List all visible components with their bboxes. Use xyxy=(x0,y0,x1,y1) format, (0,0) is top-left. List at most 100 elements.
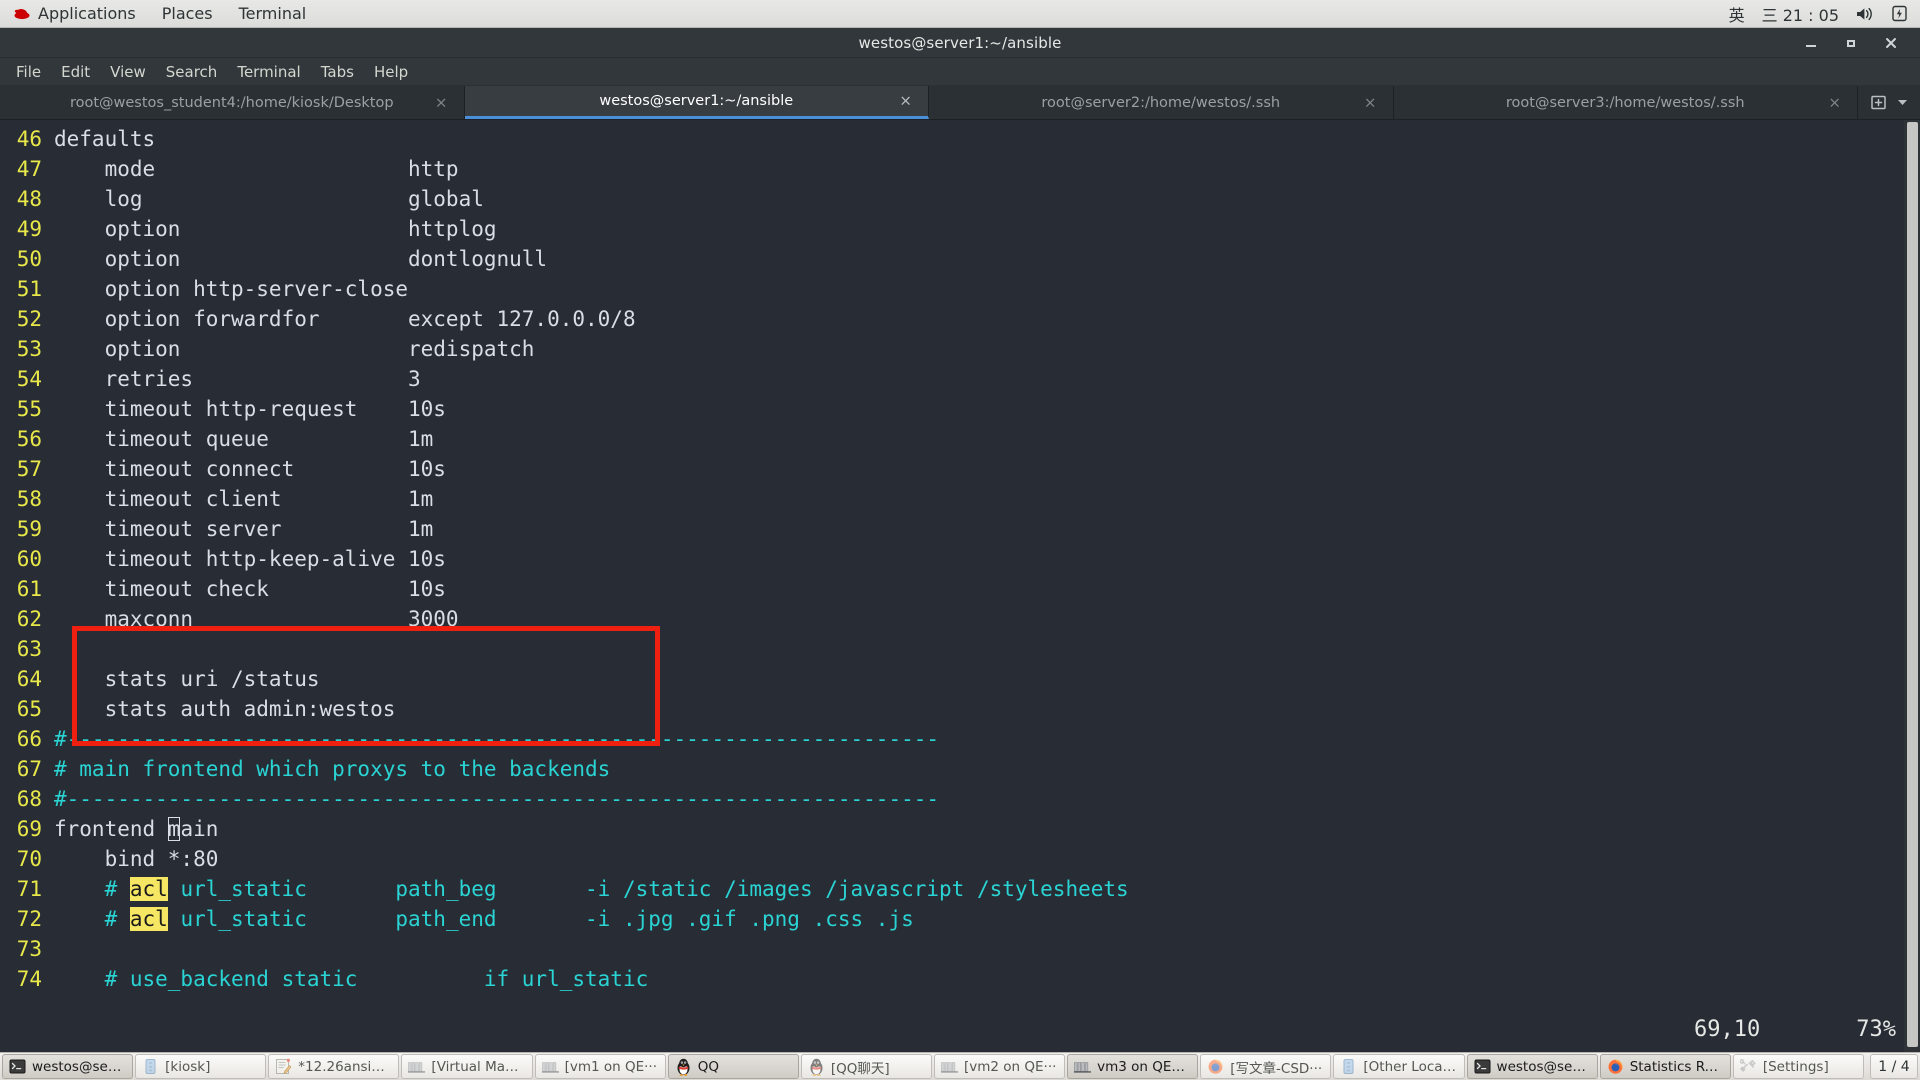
minimize-icon[interactable] xyxy=(1804,36,1818,50)
code-text: timeout http-request 10s xyxy=(54,397,446,421)
taskbar-item-label: [vm2 on QE··· xyxy=(963,1058,1057,1075)
taskbar-item[interactable]: [Settings] xyxy=(1732,1054,1864,1079)
firefox-icon xyxy=(1607,1058,1624,1075)
taskbar-item[interactable]: [Other Locat··· xyxy=(1333,1054,1465,1079)
window-list-taskbar: westos@ser··· [kiosk] *12.26ansibl··· [Virt… xyxy=(0,1052,1920,1080)
vim-cursor-position: 69,10 xyxy=(1694,1017,1761,1042)
line-number: 58 xyxy=(16,487,42,511)
menu-search[interactable]: Search xyxy=(156,60,228,84)
code-comment: # xyxy=(54,907,130,931)
code-line: 70 bind *:80 xyxy=(0,844,1129,874)
code-line: 61 timeout check 10s xyxy=(0,574,1129,604)
menu-terminal[interactable]: Terminal xyxy=(227,60,310,84)
chevron-down-icon[interactable] xyxy=(1897,98,1908,107)
taskbar-item[interactable]: QQ xyxy=(667,1054,799,1079)
clock[interactable]: 三 21 : 05 xyxy=(1762,2,1839,26)
line-number: 62 xyxy=(16,607,42,631)
code-text: log global xyxy=(54,187,484,211)
new-tab-icon[interactable] xyxy=(1870,94,1887,111)
taskbar-item-label: [Other Locat··· xyxy=(1363,1058,1458,1075)
line-number: 46 xyxy=(16,127,42,151)
line-number: 70 xyxy=(16,847,42,871)
tab-close-icon[interactable]: × xyxy=(435,95,448,110)
maximize-icon[interactable] xyxy=(1844,36,1858,50)
places-menu[interactable]: Places xyxy=(149,0,226,27)
tab-root-server2[interactable]: root@server2:/home/westos/.ssh × xyxy=(929,86,1394,119)
taskbar-item-label: [kiosk] xyxy=(165,1058,211,1075)
vim-text-buffer[interactable]: 46 defaults 47 mode http 48 log global 49 op… xyxy=(0,124,1129,994)
taskbar-item-label: vm3 on QEM··· xyxy=(1097,1058,1192,1075)
terminal-menu[interactable]: Terminal xyxy=(226,0,320,27)
close-icon[interactable] xyxy=(1884,36,1898,50)
tab-root-server3[interactable]: root@server3:/home/westos/.ssh × xyxy=(1393,86,1858,119)
code-line: 57 timeout connect 10s xyxy=(0,454,1129,484)
window-titlebar[interactable]: westos@server1:~/ansible xyxy=(0,28,1920,58)
code-line: 49 option httplog xyxy=(0,214,1129,244)
code-line: 47 mode http xyxy=(0,154,1129,184)
menu-tabs[interactable]: Tabs xyxy=(311,60,364,84)
line-number: 51 xyxy=(16,277,42,301)
line-number: 69 xyxy=(16,817,42,841)
code-line: 72 # acl url_static path_end -i .jpg .gi… xyxy=(0,904,1129,934)
line-number: 64 xyxy=(16,667,42,691)
tab-close-icon[interactable]: × xyxy=(1828,95,1841,110)
line-number: 48 xyxy=(16,187,42,211)
taskbar-item[interactable]: [QQ聊天] xyxy=(800,1054,932,1079)
tab-label: westos@server1:~/ansible xyxy=(599,93,794,109)
taskbar-item[interactable]: vm3 on QEM··· xyxy=(1067,1054,1199,1079)
terminal-menu-label: Terminal xyxy=(238,4,307,23)
code-text: option httplog xyxy=(54,217,497,241)
line-number: 63 xyxy=(16,637,42,661)
menu-view[interactable]: View xyxy=(100,60,156,84)
code-line: 50 option dontlognull xyxy=(0,244,1129,274)
code-line: 46 defaults xyxy=(0,124,1129,154)
taskbar-item-label: [Settings] xyxy=(1762,1058,1829,1075)
taskbar-item[interactable]: [vm1 on QE··· xyxy=(534,1054,666,1079)
search-highlight: acl xyxy=(129,907,168,931)
panel-tray: 英 三 21 : 05 xyxy=(1729,2,1920,26)
menu-help[interactable]: Help xyxy=(364,60,418,84)
taskbar-item[interactable]: [写文章-CSD··· xyxy=(1200,1054,1332,1079)
taskbar-item-label: [vm1 on QE··· xyxy=(564,1058,657,1075)
terminal-content-vim[interactable]: 46 defaults 47 mode http 48 log global 49 op… xyxy=(0,120,1920,1054)
taskbar-item-label: *12.26ansibl··· xyxy=(298,1058,393,1075)
tab-root-westos-student4[interactable]: root@westos_student4:/home/kiosk/Desktop… xyxy=(0,86,465,119)
applications-menu[interactable]: Applications xyxy=(0,0,149,27)
input-method-indicator[interactable]: 英 xyxy=(1729,2,1745,26)
vim-status-line: 69,10 73% xyxy=(1694,1017,1896,1042)
menu-edit[interactable]: Edit xyxy=(51,60,100,84)
taskbar-item[interactable]: [Virtual Mach··· xyxy=(401,1054,533,1079)
tab-close-icon[interactable]: × xyxy=(1364,95,1377,110)
scrollbar-thumb[interactable] xyxy=(1907,122,1918,1047)
volume-icon[interactable] xyxy=(1856,6,1875,22)
workspace-switcher[interactable]: 1 / 4 xyxy=(1869,1054,1918,1079)
taskbar-item[interactable]: [kiosk] xyxy=(135,1054,267,1079)
menu-file[interactable]: File xyxy=(6,60,51,84)
code-line: 67 # main frontend which proxys to the ba… xyxy=(0,754,1129,784)
code-text: timeout client 1m xyxy=(54,487,434,511)
code-line: 51 option http-server-close xyxy=(0,274,1129,304)
code-line: 63 xyxy=(0,634,1129,664)
taskbar-item[interactable]: [vm2 on QE··· xyxy=(933,1054,1066,1079)
code-text: stats uri /status xyxy=(54,667,320,691)
taskbar-item[interactable]: Statistics Re··· xyxy=(1599,1054,1731,1079)
taskbar-item[interactable]: westos@ser··· xyxy=(1466,1054,1598,1079)
code-line: 65 stats auth admin:westos xyxy=(0,694,1129,724)
code-text: option forwardfor except 127.0.0.0/8 xyxy=(54,307,636,331)
terminal-scrollbar[interactable] xyxy=(1904,120,1920,1054)
code-comment: #---------------------------------------… xyxy=(54,787,940,811)
tab-westos-server1-ansible[interactable]: westos@server1:~/ansible × xyxy=(464,86,929,119)
code-text: timeout http-keep-alive 10s xyxy=(54,547,446,571)
text-editor-icon xyxy=(275,1058,292,1075)
virt-manager-icon xyxy=(408,1058,426,1075)
vim-scroll-percent: 73% xyxy=(1856,1017,1896,1042)
line-number: 59 xyxy=(16,517,42,541)
tab-close-icon[interactable]: × xyxy=(899,93,912,109)
taskbar-item[interactable]: westos@ser··· xyxy=(2,1054,134,1079)
code-text: frontend xyxy=(54,817,168,841)
battery-charging-icon[interactable] xyxy=(1892,5,1907,22)
taskbar-item-label: [Virtual Mach··· xyxy=(431,1058,526,1075)
code-line: 53 option redispatch xyxy=(0,334,1129,364)
code-line: 60 timeout http-keep-alive 10s xyxy=(0,544,1129,574)
taskbar-item[interactable]: *12.26ansibl··· xyxy=(268,1054,400,1079)
